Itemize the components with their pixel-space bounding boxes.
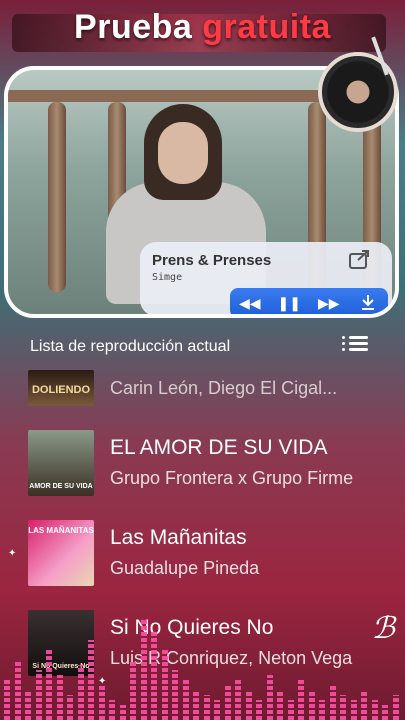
equalizer-bar <box>98 685 105 720</box>
equalizer-bar <box>308 690 315 720</box>
equalizer-bar <box>119 705 126 720</box>
equalizer-bar <box>319 700 325 720</box>
song-artist: Carin León, Diego El Cigal... <box>110 378 338 398</box>
equalizer-bar <box>392 695 399 720</box>
equalizer-bar <box>350 700 357 720</box>
video-scene-face <box>158 122 208 184</box>
song-thumbnail: AMOR DE SU VIDA <box>28 430 94 496</box>
equalizer-bar <box>67 695 73 720</box>
equalizer-bar <box>245 690 252 720</box>
equalizer-bar <box>193 690 199 720</box>
list-item[interactable]: AMOR DE SU VIDA EL AMOR DE SU VIDA Grupo… <box>28 430 398 500</box>
song-artist: Luis R Conriquez, Neton Vega <box>110 648 353 668</box>
equalizer-bar <box>329 685 336 720</box>
equalizer-bar <box>256 700 262 720</box>
equalizer-bar <box>109 700 115 720</box>
equalizer-bar <box>25 690 31 720</box>
list-item[interactable]: Si No Quieres No Si No Quieres No Luis R… <box>28 610 398 680</box>
share-icon[interactable] <box>348 248 374 272</box>
vinyl-record-icon[interactable] <box>318 52 398 132</box>
equalizer-bar <box>214 700 220 720</box>
equalizer-bar <box>14 660 21 720</box>
equalizer-bar <box>4 680 10 720</box>
playlist-header: Lista de reproducción actual <box>30 338 231 355</box>
song-thumbnail: DOLIENDO <box>28 370 94 406</box>
promo-word-2: gratuita <box>202 8 331 46</box>
equalizer-bar <box>203 695 210 720</box>
equalizer-bar <box>298 680 304 720</box>
playlist-icon[interactable] <box>342 333 368 353</box>
equalizer-bar <box>182 680 189 720</box>
promo-title[interactable]: Prueba gratuita <box>0 8 405 47</box>
now-playing-artist: Simge <box>152 272 183 283</box>
equalizer-bar <box>382 705 388 720</box>
song-title: EL AMOR DE SU VIDA <box>110 436 328 459</box>
equalizer-bar <box>371 700 378 720</box>
pause-icon[interactable]: ❚❚ <box>276 295 302 312</box>
mini-player[interactable]: Prens & Prenses Simge ◀◀ ❚❚ ▶▶ <box>140 242 392 314</box>
song-thumbnail: Si No Quieres No <box>28 610 94 676</box>
song-title: Si No Quieres No <box>110 616 274 639</box>
thumbnail-text: LAS MAÑANITAS <box>28 526 94 535</box>
equalizer-bar <box>340 695 346 720</box>
song-artist: Grupo Frontera x Grupo Firme <box>110 468 354 488</box>
brand-watermark-icon: ℬ <box>371 611 395 646</box>
song-artist: Guadalupe Pineda <box>110 558 260 578</box>
song-thumbnail: LAS MAÑANITAS <box>28 520 94 586</box>
thumbnail-text: Si No Quieres No <box>32 663 90 670</box>
equalizer-bar <box>235 680 241 720</box>
equalizer-bar <box>277 690 283 720</box>
song-title: Las Mañanitas <box>110 526 247 549</box>
thumbnail-text: AMOR DE SU VIDA <box>29 483 93 490</box>
sparkle-icon: ✦ <box>98 676 107 687</box>
playback-controls: ◀◀ ❚❚ ▶▶ <box>230 288 388 314</box>
list-item[interactable]: LAS MAÑANITAS Las Mañanitas Guadalupe Pi… <box>28 520 398 590</box>
equalizer-bar <box>287 700 294 720</box>
equalizer-bar <box>361 690 367 720</box>
next-icon[interactable]: ▶▶ <box>316 295 342 312</box>
equalizer-bar <box>266 675 273 720</box>
equalizer-bar <box>56 675 63 720</box>
now-playing-title: Prens & Prenses <box>152 252 272 269</box>
thumbnail-text: DOLIENDO <box>31 384 91 396</box>
download-icon[interactable] <box>355 294 381 313</box>
previous-icon[interactable]: ◀◀ <box>237 295 263 312</box>
video-scene-baluster <box>48 102 66 292</box>
equalizer-bar <box>224 685 231 720</box>
sparkle-icon: ✦ <box>8 548 17 559</box>
promo-word-1: Prueba <box>74 8 193 46</box>
